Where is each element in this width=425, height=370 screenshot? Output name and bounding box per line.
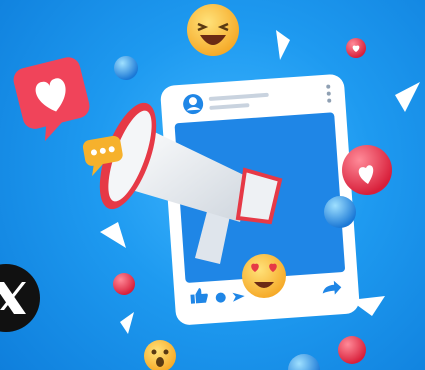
laughing-emoji-icon — [187, 4, 239, 56]
heart-bubble-icon — [13, 57, 90, 142]
heart-eyes-emoji-icon — [242, 254, 286, 298]
social-media-illustration — [0, 0, 425, 370]
surprised-emoji-icon — [144, 340, 176, 370]
illustration-canvas — [0, 4, 420, 370]
x-logo-icon — [0, 264, 40, 332]
